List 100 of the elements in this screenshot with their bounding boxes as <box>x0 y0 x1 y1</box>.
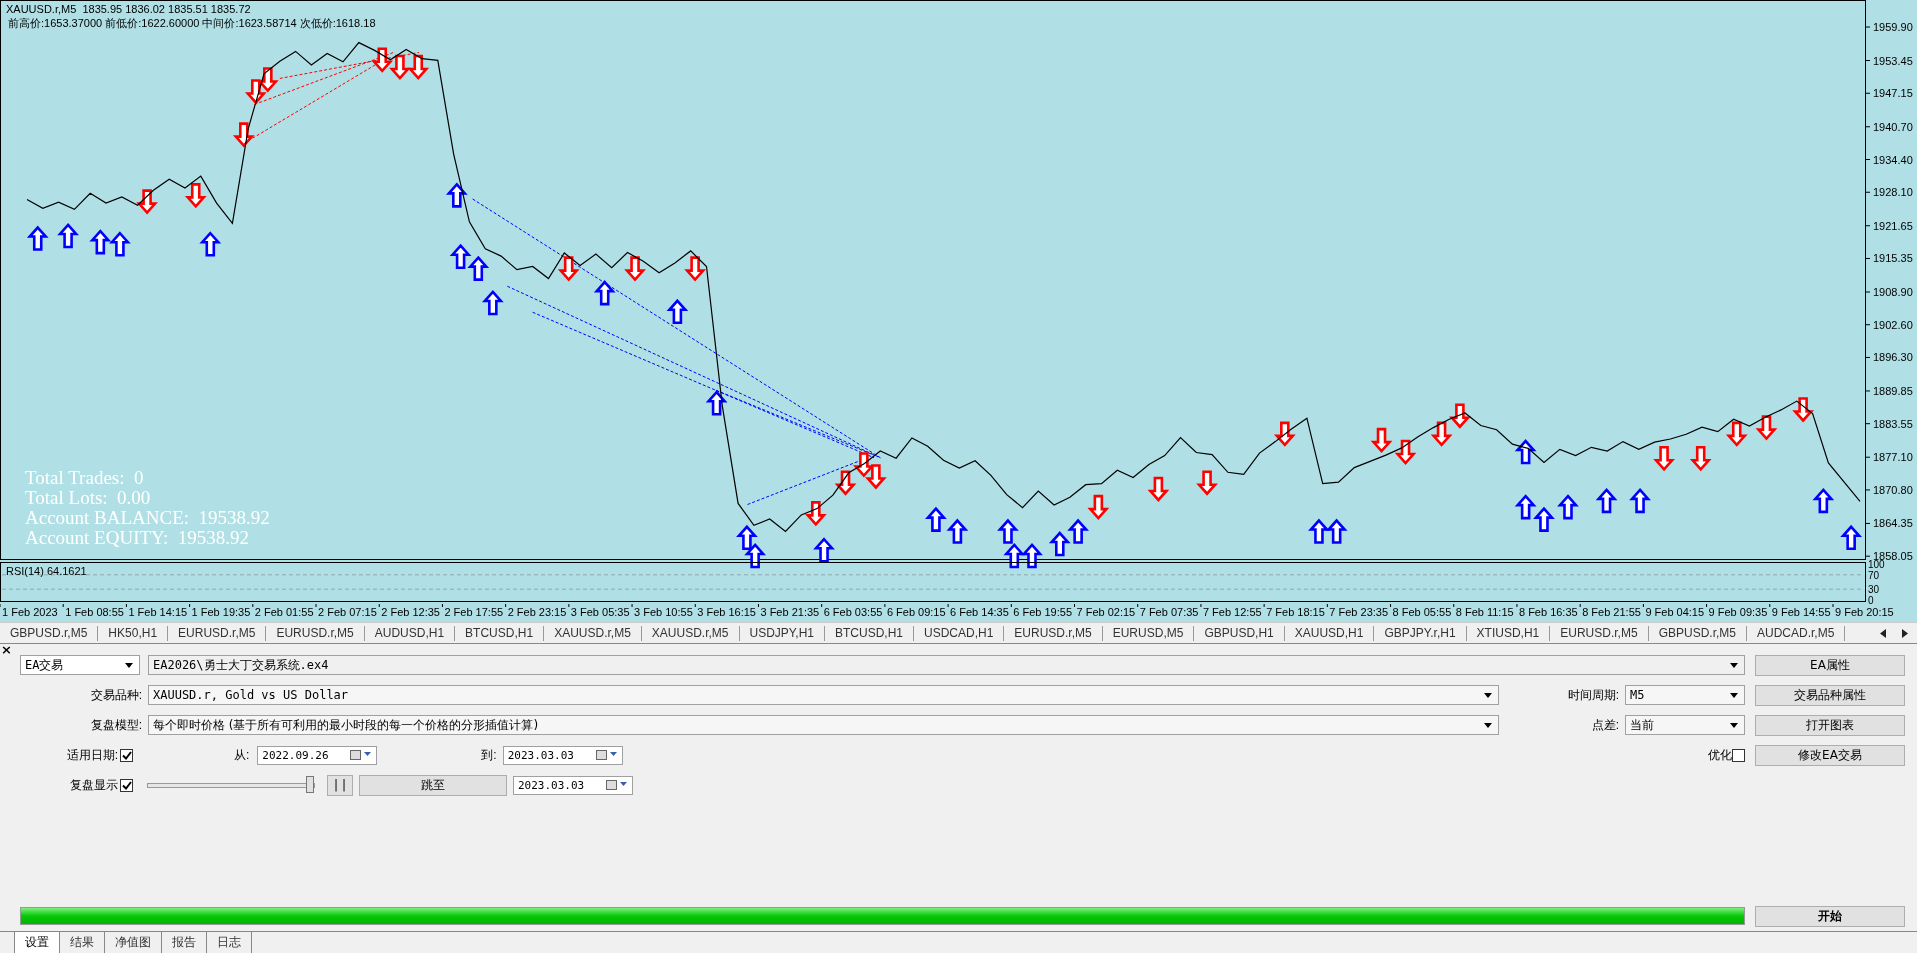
time-axis-label: 6 Feb 03:55 <box>823 606 883 618</box>
down-arrow-icon <box>1196 470 1218 496</box>
calendar-icon <box>606 780 628 790</box>
pause-button[interactable]: | | <box>327 774 353 796</box>
chart-tab[interactable]: EURUSD.r,M5 <box>1550 625 1649 641</box>
visual-mode-checkbox[interactable] <box>120 778 133 792</box>
up-arrow-icon <box>925 506 947 532</box>
visual-mode-label: 复盘显示 <box>69 776 118 794</box>
time-axis-label: 7 Feb 12:55 <box>1202 606 1262 618</box>
price-axis-label: 1877.10 <box>1873 451 1913 464</box>
time-axis-label: 7 Feb 02:15 <box>1076 606 1136 618</box>
chart-tab[interactable]: EURUSD,M5 <box>1102 625 1195 641</box>
up-arrow-icon <box>744 543 767 569</box>
expert-properties-button[interactable]: EA属性 <box>1755 654 1905 676</box>
tester-tab[interactable]: 报告 <box>162 932 207 953</box>
scroll-right-icon[interactable] <box>1901 628 1909 638</box>
period-dropdown[interactable]: M5 <box>1625 685 1745 705</box>
up-arrow-icon <box>1067 518 1090 544</box>
chart-tab[interactable]: EURUSD.r,M5 <box>168 625 267 641</box>
down-arrow-icon <box>1755 415 1778 441</box>
time-axis-label: 8 Feb 11:15 <box>1455 606 1514 618</box>
chart-tab[interactable]: GBPJPY.r,H1 <box>1374 625 1467 641</box>
time-axis-label: 2 Feb 01:55 <box>254 606 314 618</box>
tester-tab[interactable]: 净值图 <box>105 932 162 953</box>
chart-tab[interactable]: XAUUSD.r,M5 <box>641 625 740 641</box>
chart-tab[interactable]: XAUUSD,H1 <box>1284 625 1375 641</box>
chart-tab[interactable]: USDCAD,H1 <box>914 625 1005 641</box>
speed-slider[interactable] <box>147 776 315 794</box>
account-stat: Account BALANCE: 19538.92 <box>25 507 270 528</box>
chart-tab[interactable]: EURUSD.r,M5 <box>1004 625 1103 641</box>
close-button[interactable]: × <box>1 642 12 657</box>
chart-tab[interactable]: BTCUSD,H1 <box>455 625 545 641</box>
model-dropdown[interactable]: 每个即时价格 (基于所有可利用的最小时段的每一个价格的分形插值计算) <box>148 715 1499 735</box>
down-arrow-icon <box>1430 421 1453 447</box>
skip-date-field[interactable]: 2023.03.03 <box>513 775 633 795</box>
start-button[interactable]: 开始 <box>1755 905 1905 927</box>
chart-tab[interactable]: GBPUSD.r,M5 <box>1648 625 1747 641</box>
spread-dropdown[interactable]: 当前 <box>1625 715 1745 735</box>
price-axis-label: 1928.10 <box>1873 186 1913 199</box>
chart-tab[interactable]: AUDUSD,H1 <box>364 625 456 641</box>
price-axis-label: 1896.30 <box>1873 351 1913 364</box>
tester-tab[interactable]: 结果 <box>60 932 105 953</box>
down-arrow-icon <box>1653 446 1675 472</box>
up-arrow-icon <box>1003 543 1026 569</box>
optimization-checkbox[interactable] <box>1732 748 1745 762</box>
slider-thumb[interactable] <box>306 776 314 793</box>
price-axis-label: 1889.85 <box>1873 384 1913 397</box>
open-chart-button[interactable]: 打开图表 <box>1755 714 1905 736</box>
up-arrow-icon <box>1812 487 1835 514</box>
skip-to-button[interactable]: 跳至 <box>359 774 507 796</box>
chart-tab[interactable]: XTIUSD,H1 <box>1466 625 1551 641</box>
chart-tab[interactable]: USDJPY,H1 <box>739 625 825 641</box>
modify-expert-button[interactable]: 修改EA交易 <box>1755 744 1905 766</box>
account-stat: Total Lots: 0.00 <box>25 487 151 508</box>
time-axis-label: 9 Feb 14:55 <box>1771 606 1831 618</box>
up-arrow-icon <box>481 290 504 316</box>
symbol-dropdown[interactable]: XAUUSD.r, Gold vs US Dollar <box>148 685 1499 705</box>
rsi-axis-label: 30 <box>1868 584 1880 596</box>
scroll-left-icon[interactable] <box>1879 628 1887 638</box>
account-stat: Account EQUITY: 19538.92 <box>25 527 250 548</box>
chart-tab[interactable]: AUDCAD.r,M5 <box>1747 625 1846 641</box>
chart-tab[interactable]: XAUUSD.r,M5 <box>544 625 642 641</box>
caret-icon <box>1484 722 1492 728</box>
chart-tab[interactable]: EURUSD.r,M5 <box>266 625 365 641</box>
price-axis-label: 1959.90 <box>1873 21 1913 33</box>
down-arrow-icon <box>1147 476 1170 502</box>
up-arrow-icon <box>1629 487 1651 514</box>
up-arrow-icon <box>1514 494 1537 520</box>
chart-tab[interactable]: BTCUSD,H1 <box>825 625 914 641</box>
time-axis-label: 9 Feb 04:15 <box>1645 606 1705 618</box>
tester-tab[interactable]: 设置 <box>14 932 60 953</box>
expert-dropdown[interactable]: EA2026\勇士大丁交易系统.ex4 <box>148 655 1745 675</box>
time-axis-label: 3 Feb 10:55 <box>634 606 693 618</box>
from-date-field[interactable]: 2022.09.26 <box>257 745 378 765</box>
to-date-field[interactable]: 2023.03.03 <box>502 745 623 765</box>
down-arrow-icon <box>1273 421 1296 447</box>
chart-tab[interactable]: GBPUSD,H1 <box>1194 625 1285 641</box>
expert-type-dropdown[interactable]: EA交易 <box>20 655 140 675</box>
to-label: 到: <box>481 746 497 764</box>
up-arrow-icon <box>467 255 490 281</box>
symbol-properties-button[interactable]: 交易品种属性 <box>1755 684 1905 706</box>
period-label: 时间周期: <box>1566 686 1619 704</box>
chart-tab[interactable]: GBPUSD.r,M5 <box>0 625 99 641</box>
time-axis-label: 8 Feb 05:55 <box>1392 606 1452 618</box>
use-date-label: 适用日期: <box>65 746 118 764</box>
caret-icon <box>125 662 133 668</box>
up-arrow-icon <box>449 243 472 269</box>
tester-tab[interactable]: 日志 <box>207 932 252 953</box>
up-arrow-icon <box>1533 506 1555 532</box>
rsi-axis-label: 0 <box>1868 595 1874 606</box>
symbol-quote: XAUUSD.r,M5 1835.95 1836.02 1835.51 1835.72 <box>6 3 251 15</box>
up-arrow-icon <box>736 524 758 551</box>
use-date-checkbox[interactable] <box>120 748 133 762</box>
up-arrow-icon <box>109 231 131 257</box>
rsi-axis-label: 70 <box>1868 569 1880 581</box>
caret-icon <box>1730 722 1738 728</box>
down-arrow-icon <box>256 67 279 93</box>
chart-tab[interactable]: HK50,H1 <box>98 625 169 641</box>
up-arrow-icon <box>199 231 222 257</box>
price-axis-label: 1864.35 <box>1873 517 1913 530</box>
